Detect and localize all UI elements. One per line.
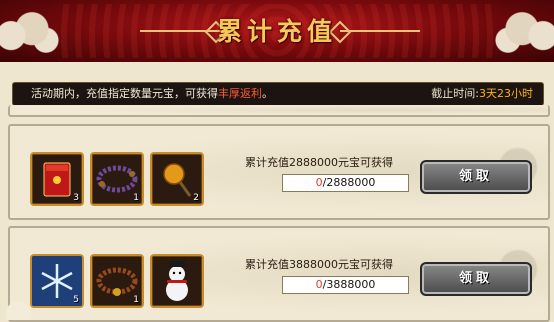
reward-item-slot[interactable]: [150, 254, 204, 308]
reward-row-partial: [8, 105, 550, 117]
event-description-end: 。: [262, 87, 273, 100]
item-count: 2: [193, 193, 199, 203]
reward-goal-text: 累计充值3888000元宝可获得: [245, 258, 393, 271]
reward-row: 5 1 累计充值3888000元宝可获得 0/3888000 领取: [8, 226, 550, 322]
item-count: 5: [73, 295, 79, 305]
reward-item-slot[interactable]: 1: [90, 254, 144, 308]
reward-goal-text: 累计充值2888000元宝可获得: [245, 156, 393, 169]
reward-item-slot[interactable]: 2: [150, 152, 204, 206]
cloud-ornament-bottom-icon: [0, 300, 60, 320]
claim-button[interactable]: 领取: [420, 262, 532, 296]
event-description-highlight: 丰厚返利: [218, 87, 262, 100]
item-count: 3: [73, 193, 79, 203]
claim-button[interactable]: 领取: [420, 160, 532, 194]
progress-target: 2888000: [326, 176, 376, 189]
header-banner: 累计充值: [0, 0, 554, 62]
deadline: 截止时间:3天23小时: [431, 83, 533, 105]
deadline-value: 3天23小时: [479, 87, 533, 100]
deadline-label: 截止时间:: [431, 87, 479, 100]
item-count: 1: [133, 193, 139, 203]
progress-current: 0: [315, 176, 323, 189]
event-info-bar: 活动期内，充值指定数量元宝，可获得丰厚返利。 截止时间:3天23小时: [12, 82, 544, 106]
progress-target: 3888000: [326, 278, 376, 291]
reward-row: 3 1 2 累计充值2888000元宝可获得 0/2888000 领取: [8, 124, 550, 220]
reward-item-slot[interactable]: 1: [90, 152, 144, 206]
event-description-text: 活动期内，充值指定数量元宝，可获得: [31, 87, 218, 100]
progress-field: 0/2888000: [282, 174, 409, 192]
page-title: 累计充值: [216, 17, 337, 46]
reward-item-slot[interactable]: 3: [30, 152, 84, 206]
event-description: 活动期内，充值指定数量元宝，可获得丰厚返利。: [31, 83, 273, 105]
snowman-icon: [166, 261, 188, 301]
item-count: 1: [133, 295, 139, 305]
progress-current: 0: [315, 278, 323, 291]
progress-field: 0/3888000: [282, 276, 409, 294]
